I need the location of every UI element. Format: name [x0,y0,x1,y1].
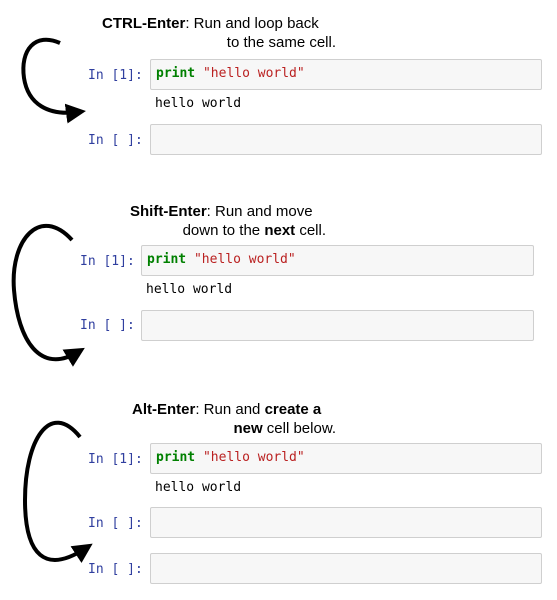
cell-prompt: In [ ]: [88,516,143,531]
cell-prompt: In [ ]: [88,562,143,577]
caption-ctrl-enter: CTRL-Enter: Run and loop back to the sam… [102,15,336,51]
code-string: "hello world" [202,66,305,81]
down-arrow-shift-enter [11,224,85,367]
code-keyword: print [156,66,196,81]
code-string: "hello world" [202,450,305,465]
code-string: "hello world" [193,252,296,267]
caption-shift-enter: Shift-Enter: Run and move down to the ne… [130,203,326,239]
code-cell[interactable]: print "hello world" [150,59,542,90]
code-line[interactable]: print "hello world" [147,252,296,267]
shortcut-shift-enter: Shift-Enter [130,203,207,220]
cell-prompt: In [ ]: [88,133,143,148]
new-code-cell[interactable] [150,507,542,538]
code-line[interactable]: print "hello world" [156,66,305,81]
code-cell[interactable]: print "hello world" [141,245,534,276]
cell-output: hello world [155,480,242,495]
cell-prompt: In [1]: [88,68,143,83]
cell-prompt: In [ ]: [80,318,135,333]
code-line[interactable]: print "hello world" [156,450,305,465]
shortcut-ctrl-enter: CTRL-Enter [102,15,186,32]
code-cell[interactable]: print "hello world" [150,443,542,474]
code-keyword: print [156,450,196,465]
down-arrow-alt-enter [22,420,93,563]
empty-code-cell[interactable] [150,553,542,584]
cell-prompt: In [1]: [80,254,135,269]
empty-code-cell[interactable] [150,124,542,155]
loop-arrow-ctrl-enter [21,37,86,124]
cell-prompt: In [1]: [88,452,143,467]
cell-output: hello world [155,96,242,111]
empty-code-cell[interactable] [141,310,534,341]
shortcut-alt-enter: Alt-Enter [132,401,196,418]
caption-alt-enter: Alt-Enter: Run and create a new cell bel… [132,401,336,437]
cell-output: hello world [146,282,233,297]
code-keyword: print [147,252,187,267]
